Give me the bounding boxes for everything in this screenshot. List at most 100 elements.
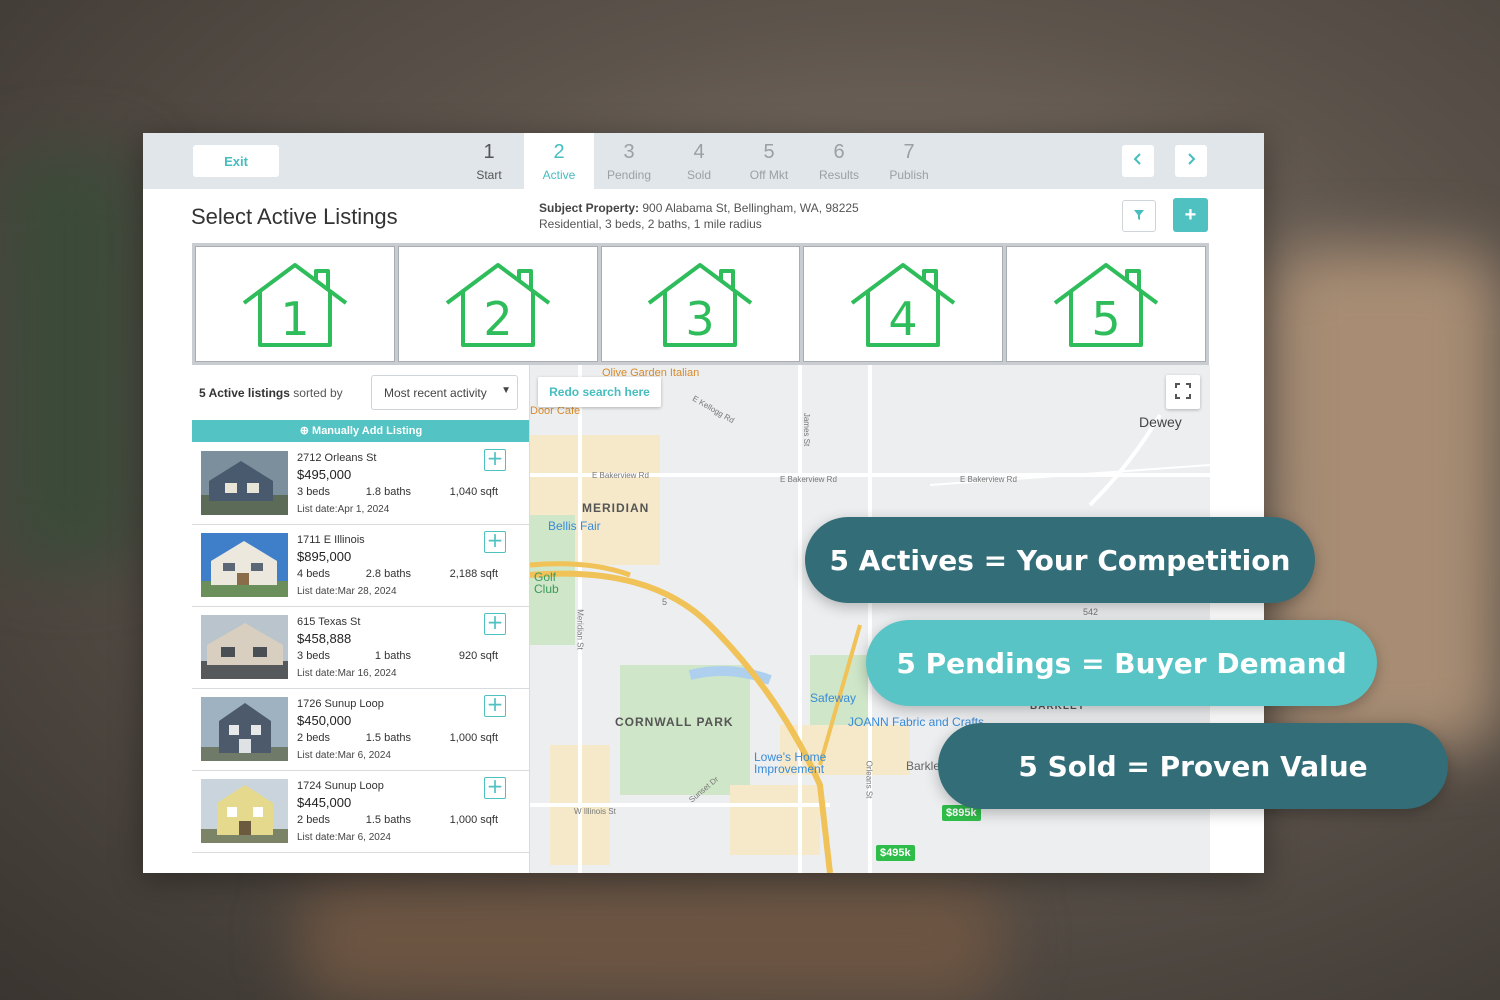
sold-callout: 5 Sold = Proven Value: [938, 723, 1448, 809]
date-prefix: List date:: [297, 750, 338, 761]
actives-callout: 5 Actives = Your Competition: [805, 517, 1315, 603]
listing-sqft: 920 sqft: [432, 650, 498, 662]
listing-sqft: 1,000 sqft: [432, 814, 498, 826]
add-listing-button[interactable]: +: [484, 694, 506, 717]
beds-value: 3: [297, 486, 304, 498]
redo-search-button[interactable]: Redo search here: [538, 377, 661, 407]
listing-item[interactable]: 615 Texas St $458,888 3 beds 1 baths 920…: [192, 607, 530, 689]
date-value: Mar 16, 2024: [337, 668, 397, 679]
subject-property: Subject Property: 900 Alabama St, Bellin…: [539, 200, 859, 232]
listing-item[interactable]: 1724 Sunup Loop $445,000 2 beds 1.5 bath…: [192, 771, 530, 853]
listing-sqft: 1,000 sqft: [432, 732, 498, 744]
listing-date: List date:Mar 28, 2024: [297, 586, 397, 597]
sqft-unit: sqft: [480, 568, 498, 580]
map-label: MERIDIAN: [582, 501, 650, 515]
house-slots: 1 2 3 4 5: [192, 243, 1209, 365]
listing-photo: [201, 697, 288, 761]
map-label: E Bakerview Rd: [780, 475, 837, 484]
beds-value: 2: [297, 732, 304, 744]
next-step-button[interactable]: [1175, 145, 1207, 177]
listing-baths: 1.5 baths: [365, 732, 411, 744]
sqft-unit: sqft: [480, 486, 498, 498]
map-label: Bellis Fair: [548, 519, 601, 533]
listing-item[interactable]: 1726 Sunup Loop $450,000 2 beds 1.5 bath…: [192, 689, 530, 771]
house-number: 2: [483, 292, 512, 346]
filter-button[interactable]: [1122, 200, 1156, 232]
manually-add-listing-button[interactable]: ⊕ Manually Add Listing: [192, 420, 530, 442]
add-listing-button[interactable]: +: [484, 612, 506, 635]
listing-price: $495,000: [297, 467, 352, 482]
listing-price: $458,888: [297, 631, 352, 646]
tab-publish[interactable]: 7 Publish: [874, 133, 944, 189]
house-icon: 1: [242, 263, 348, 347]
baths-value: 1: [374, 650, 382, 662]
listing-price: $445,000: [297, 795, 352, 810]
price-pin[interactable]: $495k: [876, 845, 915, 861]
listing-baths: 2.8 baths: [365, 568, 411, 580]
listing-beds: 2 beds: [297, 814, 330, 826]
step-number: 7: [903, 141, 915, 163]
map-label: Barkle: [906, 759, 941, 773]
date-prefix: List date:: [297, 668, 338, 679]
listing-beds: 3 beds: [297, 486, 330, 498]
step-number: 1: [483, 141, 495, 163]
date-value: Mar 28, 2024: [337, 586, 397, 597]
previous-step-button[interactable]: [1122, 145, 1154, 177]
sort-select[interactable]: Most recent activity ▼: [371, 375, 518, 410]
tab-results[interactable]: 6 Results: [804, 133, 874, 189]
listing-panel: 5 Active listings sorted by Most recent …: [192, 365, 530, 873]
sqft-value: 1,000: [449, 814, 478, 826]
fullscreen-button[interactable]: [1166, 375, 1200, 409]
add-listing-button[interactable]: +: [484, 530, 506, 553]
step-number: 4: [693, 141, 705, 163]
house-slot-3[interactable]: 3: [600, 246, 801, 362]
tab-off-market[interactable]: 5 Off Mkt: [734, 133, 804, 189]
map-label: Orleans St: [864, 760, 874, 799]
tab-active[interactable]: 2 Active: [524, 133, 594, 189]
sqft-unit: sqft: [480, 732, 498, 744]
map-label: E Bakerview Rd: [592, 471, 649, 480]
subject-address: 900 Alabama St, Bellingham, WA, 98225: [642, 201, 859, 215]
baths-value: 1.5: [365, 732, 382, 744]
tab-start[interactable]: 1 Start: [454, 133, 524, 189]
house-icon: 2: [445, 263, 550, 347]
add-listing-button[interactable]: +: [484, 448, 506, 471]
date-prefix: List date:: [297, 832, 338, 843]
date-value: Apr 1, 2024: [337, 504, 390, 515]
tab-sold[interactable]: 4 Sold: [664, 133, 734, 189]
date-value: Mar 6, 2024: [337, 832, 391, 843]
step-label: Active: [542, 168, 576, 182]
baths-value: 1.5: [365, 814, 382, 826]
sqft-value: 2,188: [449, 568, 478, 580]
beds-unit: beds: [306, 732, 331, 744]
listing-sqft: 2,188 sqft: [432, 568, 498, 580]
baths-value: 2.8: [365, 568, 382, 580]
map-label: 542: [1083, 607, 1099, 617]
sqft-unit: sqft: [480, 650, 498, 662]
subject-label: Subject Property:: [539, 201, 640, 215]
map-label: CORNWALL PARK: [615, 715, 734, 729]
listing-item[interactable]: 1711 E Illinois $895,000 4 beds 2.8 bath…: [192, 525, 530, 607]
house-slot-5[interactable]: 5: [1006, 246, 1206, 362]
plus-circle-icon: ⊕: [299, 425, 309, 437]
add-button[interactable]: +: [1173, 198, 1208, 232]
tab-pending[interactable]: 3 Pending: [594, 133, 664, 189]
house-icon: 4: [851, 263, 956, 347]
add-listing-button[interactable]: +: [484, 776, 506, 799]
house-slot-1[interactable]: 1: [195, 246, 395, 362]
listing-item[interactable]: 2712 Orleans St $495,000 3 beds 1.8 bath…: [192, 443, 530, 525]
listing-price: $895,000: [297, 549, 352, 564]
step-label: Publish: [889, 168, 929, 182]
listing-photo: [201, 451, 288, 515]
step-label: Pending: [606, 168, 652, 182]
chevron-down-icon: ▼: [501, 385, 511, 396]
house-slot-2[interactable]: 2: [397, 246, 598, 362]
beds-unit: beds: [306, 486, 331, 498]
background-shape: [0, 150, 140, 570]
sort-value: Most recent activity: [384, 386, 487, 400]
beds-unit: beds: [306, 650, 331, 662]
exit-button[interactable]: Exit: [193, 145, 279, 177]
beds-value: 4: [297, 568, 304, 580]
map-label: Safeway: [810, 691, 857, 705]
house-slot-4[interactable]: 4: [803, 246, 1004, 362]
